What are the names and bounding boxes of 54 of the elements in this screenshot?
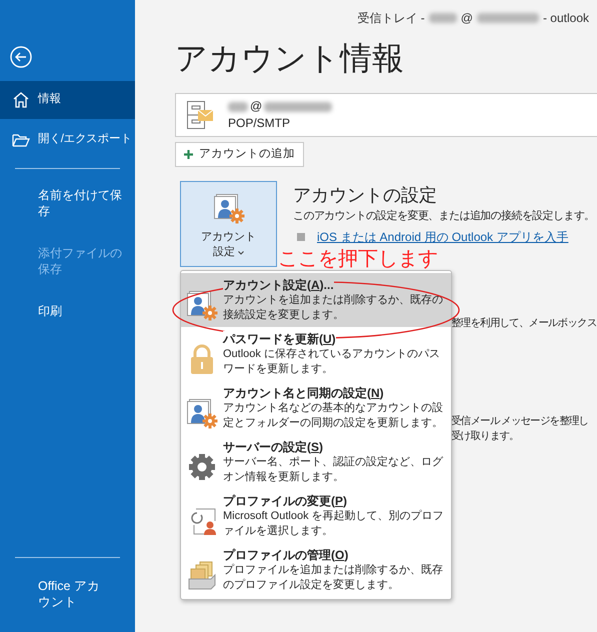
menu-item-title: プロファイルの管理(O) bbox=[223, 547, 348, 563]
caret-icon bbox=[238, 250, 244, 254]
blurred-text bbox=[428, 13, 457, 23]
window-title: @ bbox=[460, 10, 473, 27]
account-gear-icon bbox=[186, 289, 218, 321]
account-settings-button[interactable]: アカウント 設定 bbox=[180, 181, 277, 267]
outlook-app-link[interactable]: iOS または Android 用の Outlook アプリを入手 bbox=[317, 228, 568, 246]
menu-item-title: サーバーの設定(S) bbox=[223, 439, 324, 455]
account-gear-icon bbox=[212, 192, 244, 224]
home-icon bbox=[12, 91, 30, 109]
account-selector[interactable]: @ POP/SMTP bbox=[175, 93, 597, 137]
settings-icon bbox=[186, 451, 218, 483]
account-gear-icon bbox=[186, 397, 218, 429]
menu-item[interactable]: プロファイルの変更(P) Microsoft Outlook を再起動して、別のプロファイルを選択します。 bbox=[181, 489, 451, 543]
menu-item-description: Outlook に保存されているアカウントのパスワードを更新します。 bbox=[223, 347, 441, 377]
blurred-text bbox=[228, 102, 248, 112]
section-title: アカウントの設定 bbox=[293, 184, 438, 207]
menu-item[interactable]: プロファイルの管理(O) プロファイルを追加または削除するか、既存のプロファイル設定を変更します。 bbox=[181, 543, 451, 597]
menu-item-title: アカウント名と同期の設定(N) bbox=[223, 385, 384, 401]
section-description: このアカウントの設定を変更、または追加の接続を設定します。 bbox=[293, 209, 595, 224]
menu-item-title: プロファイルの変更(P) bbox=[223, 493, 348, 509]
file-cabinet-mail-icon bbox=[186, 100, 214, 130]
menu-item[interactable]: サーバーの設定(S) サーバー名、ポート、認証の設定など、ログオン情報を更新します。 bbox=[181, 435, 451, 489]
sidebar-nav-item[interactable]: 情報 bbox=[0, 81, 135, 119]
sidebar-command[interactable]: 名前を付けて保存 bbox=[38, 187, 130, 219]
add-account-button[interactable]: アカウントの追加 bbox=[175, 142, 304, 167]
back-button[interactable] bbox=[9, 45, 33, 69]
file-drawer-icon bbox=[186, 559, 218, 591]
description-text: 受信メール メッセージを整理し 受け取ります。 bbox=[451, 414, 588, 444]
account-email: @ bbox=[250, 98, 262, 115]
sidebar-nav-item[interactable]: 開く/エクスポート bbox=[0, 121, 135, 159]
annotation-text: ここを押下します bbox=[278, 247, 438, 271]
menu-item-title: アカウント設定(A)... bbox=[223, 277, 334, 293]
menu-item-description: Microsoft Outlook を再起動して、別のプロファイルを選択します。 bbox=[223, 509, 445, 539]
menu-item-description: プロファイルを追加または削除するか、既存のプロファイル設定を変更します。 bbox=[223, 563, 444, 593]
menu-item[interactable]: アカウント名と同期の設定(N) アカウント名などの基本的なアカウントの設定とフォルダーの同期の設定を更新します。 bbox=[181, 381, 451, 435]
blurred-text bbox=[476, 13, 539, 23]
account-type: POP/SMTP bbox=[228, 115, 292, 132]
menu-item[interactable]: パスワードを更新(U) Outlook に保存されているアカウントのパスワードを更新します。 bbox=[181, 327, 451, 381]
plus-icon bbox=[184, 150, 193, 159]
description-text: 整理を利用して、メールボックス bbox=[451, 316, 597, 331]
bullet-icon bbox=[297, 233, 305, 241]
blurred-text bbox=[264, 102, 332, 112]
office-account-item[interactable]: Office アカウント bbox=[0, 578, 100, 610]
window-title: 受信トレイ - bbox=[357, 10, 425, 27]
menu-item-description: サーバー名、ポート、認証の設定など、ログオン情報を更新します。 bbox=[223, 455, 444, 485]
menu-item-description: アカウントを追加または削除するか、既存の接続設定を変更します。 bbox=[223, 293, 444, 323]
menu-item[interactable]: アカウント設定(A)... アカウントを追加または削除するか、既存の接続設定を変更します。 bbox=[181, 273, 451, 327]
page-heading: アカウント情報 bbox=[175, 39, 405, 78]
menu-item-title: パスワードを更新(U) bbox=[223, 331, 336, 347]
menu-item-description: アカウント名などの基本的なアカウントの設定とフォルダーの同期の設定を更新します。 bbox=[223, 401, 444, 431]
window-title: - outlook bbox=[542, 10, 589, 27]
sidebar-command[interactable]: 印刷 bbox=[38, 303, 130, 319]
folder-icon bbox=[12, 132, 30, 148]
